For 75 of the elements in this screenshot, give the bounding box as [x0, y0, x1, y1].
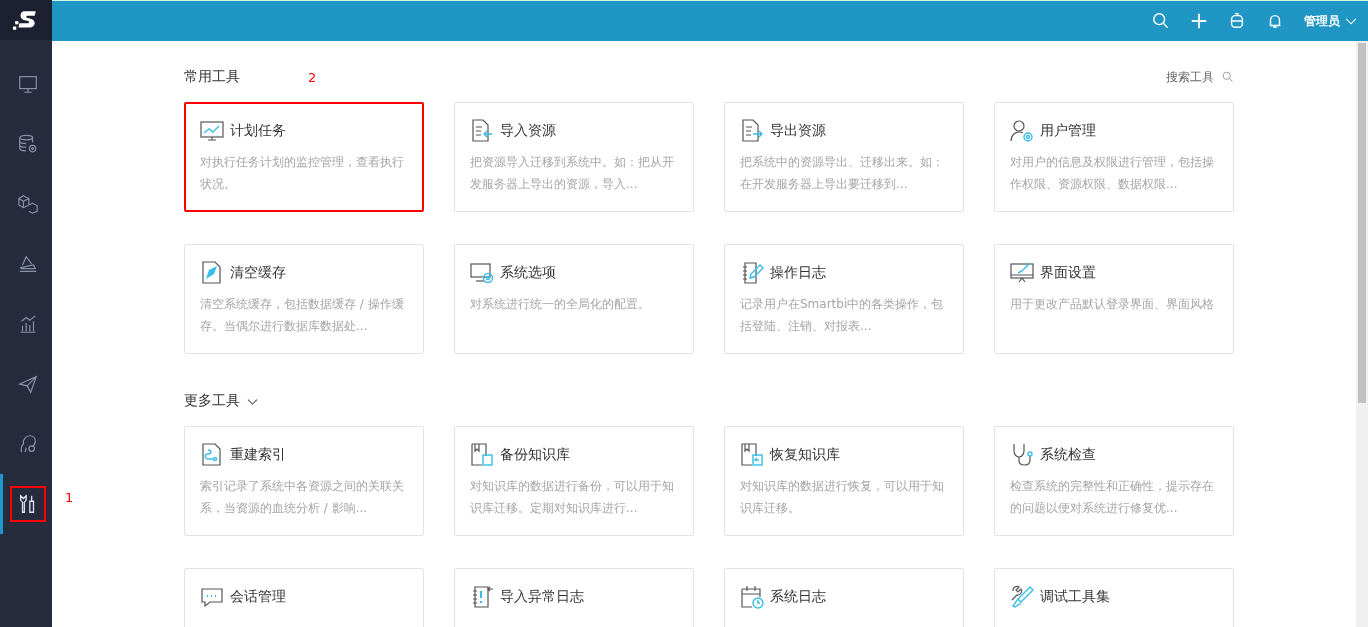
- tool-icon: [470, 585, 494, 609]
- tool-description: 把资源导入迁移到系统中。如：把从开发服务器上导出的资源，导入...: [470, 154, 675, 193]
- monitor-icon: [16, 73, 39, 95]
- search-icon: [1222, 71, 1234, 83]
- tool-card[interactable]: 会话管理: [184, 568, 424, 627]
- tool-icon: [200, 585, 224, 609]
- callout-number: 1: [65, 490, 74, 505]
- tool-description: 索引记录了系统中各资源之间的关联关系，当资源的血统分析 / 影响...: [200, 478, 405, 517]
- tool-card[interactable]: 操作日志 记录用户在Smartbi中的各类操作，包括登陆、注销、对报表...: [724, 244, 964, 354]
- section-title: 常用工具: [184, 68, 240, 86]
- tool-title: 清空缓存: [230, 264, 286, 282]
- search-tools-field[interactable]: 搜索工具: [1166, 68, 1234, 86]
- tool-card[interactable]: 导入异常日志: [454, 568, 694, 627]
- tool-card[interactable]: 清空缓存 清空系统缓存，包括数据缓存 / 操作缓存。当偶尔进行数据库数据处...: [184, 244, 424, 354]
- tool-card[interactable]: 恢复知识库 对知识库的数据进行恢复，可以用于知识库迁移。: [724, 426, 964, 536]
- tool-description: 对系统进行统一的全局化的配置。: [470, 296, 651, 313]
- tool-icon: [200, 443, 224, 467]
- tool-description: 对用户的信息及权限进行管理，包括操作权限、资源权限、数据权限...: [1010, 154, 1215, 193]
- tool-icon: [1010, 443, 1034, 467]
- paper-plane-icon: [16, 373, 39, 395]
- tool-icon: [740, 585, 764, 609]
- tool-icon: [1010, 585, 1034, 609]
- tool-title: 用户管理: [1040, 122, 1096, 140]
- scrollbar[interactable]: [1356, 41, 1368, 627]
- tool-description: 对知识库的数据进行备份，可以用于知识库迁移。定期对知识库进行...: [470, 478, 675, 517]
- tool-icon: [470, 119, 494, 143]
- tool-icon: [200, 119, 224, 143]
- add-icon[interactable]: [1190, 12, 1208, 30]
- tool-icon: [740, 443, 764, 467]
- cubes-icon: [16, 193, 39, 215]
- tool-icon: [1010, 119, 1034, 143]
- tool-description: 把系统中的资源导出、迁移出来。如：在开发服务器上导出要迁移到...: [740, 154, 945, 193]
- tool-icon: [740, 261, 764, 285]
- tool-description: 对执行任务计划的监控管理，查看执行状况。: [200, 154, 405, 193]
- tool-icon: [1010, 261, 1034, 285]
- tool-title: 导出资源: [770, 122, 826, 140]
- tool-icon: [470, 261, 494, 285]
- tool-icon: [470, 443, 494, 467]
- tool-description: 清空系统缓存，包括数据缓存 / 操作缓存。当偶尔进行数据库数据处...: [200, 296, 405, 335]
- tool-card[interactable]: 用户管理 对用户的信息及权限进行管理，包括操作权限、资源权限、数据权限...: [994, 102, 1234, 212]
- tool-title: 系统检查: [1040, 446, 1096, 464]
- tool-card[interactable]: 调试工具集: [994, 568, 1234, 627]
- tool-description: 对知识库的数据进行恢复，可以用于知识库迁移。: [740, 478, 945, 517]
- search-icon[interactable]: [1152, 12, 1170, 30]
- tool-icon: [200, 261, 224, 285]
- database-gear-icon: [16, 133, 39, 155]
- section-toggle[interactable]: 更多工具: [184, 392, 259, 410]
- tool-title: 调试工具集: [1040, 588, 1110, 606]
- tool-title: 会话管理: [230, 588, 286, 606]
- tool-description: 记录用户在Smartbi中的各类操作，包括登陆、注销、对报表...: [740, 296, 945, 335]
- tool-title: 备份知识库: [500, 446, 570, 464]
- tool-description: 检查系统的完整性和正确性，提示存在的问题以便对系统进行修复优...: [1010, 478, 1215, 517]
- tool-icon: [740, 119, 764, 143]
- tool-title: 重建索引: [230, 446, 286, 464]
- tool-title: 界面设置: [1040, 264, 1096, 282]
- tool-title: 系统选项: [500, 264, 556, 282]
- tool-description: 用于更改产品默认登录界面、界面风格: [1010, 296, 1215, 313]
- tool-title: 导入资源: [500, 122, 556, 140]
- tool-card[interactable]: 重建索引 索引记录了系统中各资源之间的关联关系，当资源的血统分析 / 影响...: [184, 426, 424, 536]
- tool-card[interactable]: 导出资源 把系统中的资源导出、迁移出来。如：在开发服务器上导出要迁移到...: [724, 102, 964, 212]
- tool-title: 恢复知识库: [770, 446, 840, 464]
- tool-card[interactable]: 计划任务 对执行任务计划的监控管理，查看执行状况。: [184, 102, 424, 212]
- tool-card[interactable]: 备份知识库 对知识库的数据进行备份，可以用于知识库迁移。定期对知识库进行...: [454, 426, 694, 536]
- tool-title: 系统日志: [770, 588, 826, 606]
- robot-icon[interactable]: [1228, 12, 1246, 30]
- tool-title: 操作日志: [770, 264, 826, 282]
- tool-card[interactable]: 导入资源 把资源导入迁移到系统中。如：把从开发服务器上导出的资源，导入...: [454, 102, 694, 212]
- tool-title: 导入异常日志: [500, 588, 584, 606]
- tool-card[interactable]: 界面设置 用于更改产品默认登录界面、界面风格: [994, 244, 1234, 354]
- callout-number: 2: [308, 70, 317, 85]
- scrollbar-thumb[interactable]: [1358, 43, 1366, 403]
- tool-card[interactable]: 系统日志: [724, 568, 964, 627]
- tool-card[interactable]: 系统检查 检查系统的完整性和正确性，提示存在的问题以便对系统进行修复优...: [994, 426, 1234, 536]
- tool-title: 计划任务: [230, 122, 286, 140]
- tool-card[interactable]: 系统选项 对系统进行统一的全局化的配置。: [454, 244, 694, 354]
